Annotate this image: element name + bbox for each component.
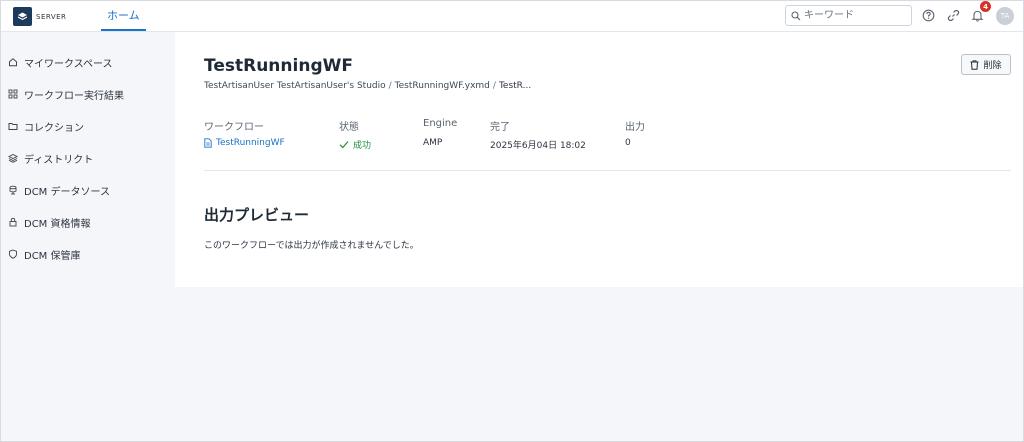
top-header: SERVER ホーム 4 TA bbox=[1, 1, 1023, 32]
notification-badge: 4 bbox=[980, 1, 991, 12]
breadcrumb-separator: / bbox=[492, 81, 496, 91]
column-header-status: 状態 bbox=[339, 122, 359, 133]
workflow-link-label: TestRunningWF bbox=[216, 138, 285, 148]
database-icon bbox=[8, 185, 18, 195]
sidebar-item-dcm-vault[interactable]: DCM 保管庫 bbox=[8, 246, 81, 262]
breadcrumb-file[interactable]: TestRunningWF.yxmd bbox=[395, 81, 490, 91]
home-icon bbox=[8, 57, 18, 67]
sidebar-item-label: マイワークスペース bbox=[24, 58, 113, 70]
output-preview-empty-message: このワークフローでは出力が作成されませんでした。 bbox=[204, 241, 419, 251]
column-header-completed: 完了 bbox=[490, 122, 510, 133]
sidebar-item-label: ディストリクト bbox=[24, 154, 94, 166]
shield-icon bbox=[8, 249, 18, 259]
logo-text: SERVER bbox=[36, 12, 67, 21]
status-value: 成功 bbox=[339, 138, 371, 151]
nav-home-tab[interactable]: ホーム bbox=[101, 1, 146, 31]
user-avatar[interactable]: TA bbox=[996, 7, 1014, 25]
engine-value: AMP bbox=[423, 138, 443, 148]
column-header-engine: Engine bbox=[423, 118, 458, 129]
search-icon bbox=[791, 10, 801, 21]
sidebar-item-workflow-results[interactable]: ワークフロー実行結果 bbox=[8, 86, 124, 102]
breadcrumb-current: TestR... bbox=[498, 81, 532, 91]
sidebar-item-collections[interactable]: コレクション bbox=[8, 118, 84, 134]
sidebar-item-districts[interactable]: ディストリクト bbox=[8, 150, 93, 166]
breadcrumb: TestArtisanUser TestArtisanUser's Studio… bbox=[204, 81, 531, 91]
sidebar-item-label: DCM 資格情報 bbox=[24, 218, 91, 230]
workflow-link[interactable]: TestRunningWF bbox=[204, 138, 285, 148]
file-icon bbox=[204, 138, 212, 148]
lock-icon bbox=[8, 217, 18, 227]
delete-button[interactable]: 削除 bbox=[961, 54, 1011, 75]
completed-value: 2025年6月04日 18:02 bbox=[490, 141, 586, 151]
delete-button-label: 削除 bbox=[983, 61, 1002, 71]
search-box[interactable] bbox=[785, 5, 912, 26]
sidebar-item-label: DCM データソース bbox=[24, 186, 110, 198]
logo-mark-icon bbox=[13, 7, 32, 26]
column-header-output: 出力 bbox=[625, 122, 645, 133]
check-icon bbox=[339, 140, 349, 149]
column-header-workflow: ワークフロー bbox=[204, 122, 264, 133]
sidebar-item-my-workspace[interactable]: マイワークスペース bbox=[8, 54, 113, 70]
breadcrumb-separator: / bbox=[388, 81, 392, 91]
output-value: 0 bbox=[625, 138, 631, 148]
trash-icon bbox=[970, 59, 979, 70]
status-label: 成功 bbox=[353, 141, 372, 151]
folder-icon bbox=[8, 121, 18, 131]
app-logo[interactable]: SERVER bbox=[13, 7, 66, 26]
section-divider bbox=[204, 170, 1011, 171]
page-title: TestRunningWF bbox=[204, 56, 353, 76]
sidebar-item-label: DCM 保管庫 bbox=[24, 250, 81, 262]
workflow-results-icon bbox=[8, 89, 18, 99]
sidebar-item-label: ワークフロー実行結果 bbox=[24, 90, 124, 102]
sidebar-item-dcm-credentials[interactable]: DCM 資格情報 bbox=[8, 214, 91, 230]
layers-icon bbox=[8, 153, 18, 163]
sidebar-item-label: コレクション bbox=[24, 122, 84, 134]
sidebar: マイワークスペース ワークフロー実行結果 コレクション ディストリクト DCM … bbox=[1, 32, 175, 441]
breadcrumb-owner[interactable]: TestArtisanUser TestArtisanUser's Studio bbox=[204, 81, 386, 91]
output-preview-title: 出力プレビュー bbox=[204, 206, 310, 224]
main-content: TestRunningWF TestArtisanUser TestArtisa… bbox=[175, 32, 1023, 287]
sidebar-item-dcm-data-sources[interactable]: DCM データソース bbox=[8, 182, 110, 198]
help-icon[interactable] bbox=[921, 8, 935, 22]
link-icon[interactable] bbox=[946, 8, 960, 22]
search-input[interactable] bbox=[804, 10, 904, 21]
